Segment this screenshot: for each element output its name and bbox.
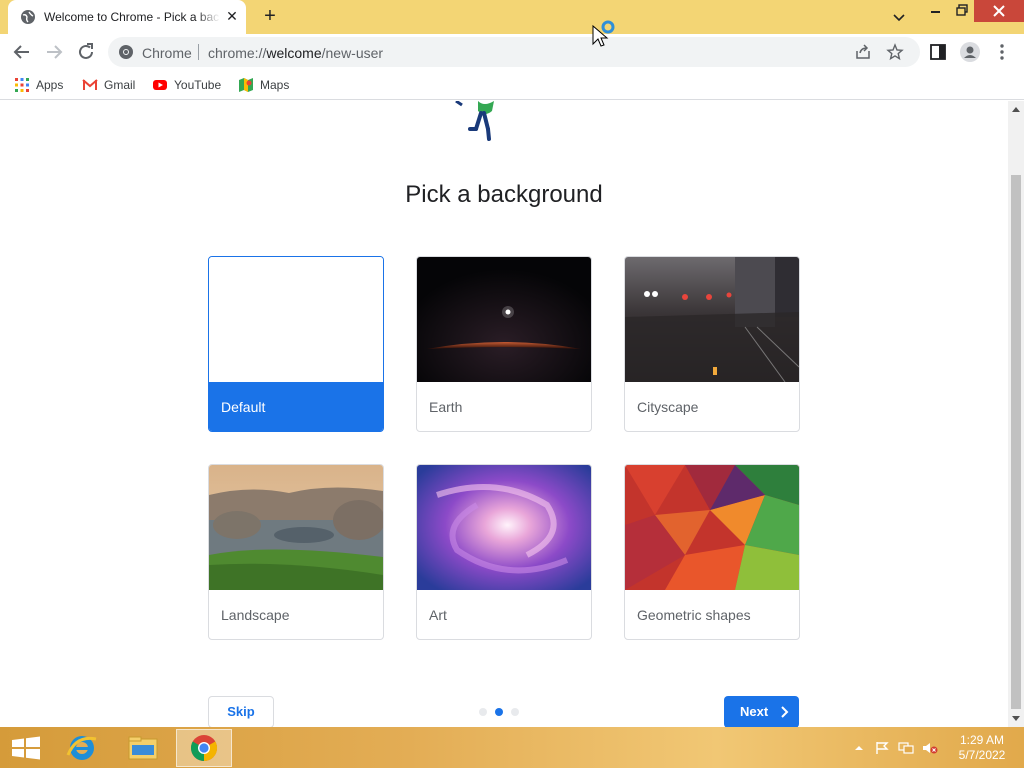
welcome-page: Pick a background Default Earth Cityscap… xyxy=(0,101,1008,727)
gmail-icon xyxy=(82,79,98,90)
next-button[interactable]: Next xyxy=(724,696,799,727)
background-label: Geometric shapes xyxy=(637,607,751,623)
forward-arrow-icon[interactable] xyxy=(42,40,66,64)
file-explorer-icon[interactable] xyxy=(115,729,171,767)
background-card-landscape[interactable]: Landscape xyxy=(208,464,384,640)
scroll-down-arrow-icon[interactable] xyxy=(1012,716,1020,721)
bookmark-label: Apps xyxy=(36,78,64,92)
bookmarks-bar: Apps Gmail YouTube Maps xyxy=(0,70,1024,100)
show-hidden-icons-chevron-icon[interactable] xyxy=(851,741,867,755)
apps-grid-icon xyxy=(15,78,29,92)
url-text[interactable]: chrome://welcome/new-user xyxy=(208,45,383,61)
pager-dot xyxy=(511,708,519,716)
bookmark-label: Maps xyxy=(260,78,290,92)
background-card-earth[interactable]: Earth xyxy=(416,256,592,432)
back-arrow-icon[interactable] xyxy=(10,40,34,64)
windows-taskbar: 1:29 AM 5/7/2022 xyxy=(0,727,1024,768)
background-card-cityscape[interactable]: Cityscape xyxy=(624,256,800,432)
background-label: Landscape xyxy=(221,607,290,623)
restore-window-button[interactable] xyxy=(952,0,972,22)
chrome-site-icon[interactable] xyxy=(118,44,134,60)
clock-time: 1:29 AM xyxy=(959,733,1005,747)
address-bar[interactable]: Chrome chrome://welcome/new-user xyxy=(108,37,920,67)
chevron-right-icon xyxy=(781,706,789,718)
internet-explorer-icon[interactable] xyxy=(54,729,110,767)
omnibox-separator xyxy=(198,44,199,60)
network-icon[interactable] xyxy=(898,741,914,755)
skip-button[interactable]: Skip xyxy=(208,696,274,727)
tab-search-chevron-icon[interactable] xyxy=(888,6,910,28)
more-menu-icon[interactable] xyxy=(990,40,1014,64)
browser-toolbar: Chrome chrome://welcome/new-user xyxy=(0,34,1024,70)
page-heading: Pick a background xyxy=(405,181,603,208)
minimize-window-button[interactable] xyxy=(926,0,946,22)
background-label: Default xyxy=(209,382,383,431)
reload-icon[interactable] xyxy=(74,40,98,64)
cityscape-thumbnail xyxy=(625,257,799,382)
new-tab-button[interactable]: + xyxy=(258,5,282,29)
url-scheme: chrome:// xyxy=(208,45,267,61)
scroll-up-arrow-icon[interactable] xyxy=(1012,107,1020,112)
earth-thumbnail xyxy=(417,257,591,382)
action-center-flag-icon[interactable] xyxy=(874,741,890,755)
title-bar: Welcome to Chrome - Pick a background ✕ … xyxy=(0,0,1024,34)
background-label: Cityscape xyxy=(637,399,699,415)
close-tab-icon[interactable]: ✕ xyxy=(224,8,240,24)
url-host: welcome xyxy=(266,45,322,61)
clock-date: 5/7/2022 xyxy=(958,748,1006,762)
youtube-icon xyxy=(153,80,167,90)
landscape-thumbnail xyxy=(209,465,383,590)
maps-icon xyxy=(239,78,253,92)
profile-avatar-icon[interactable] xyxy=(958,40,982,64)
default-thumbnail xyxy=(209,257,383,382)
omnibox-chip: Chrome xyxy=(142,45,192,61)
side-panel-icon[interactable] xyxy=(926,40,950,64)
windows-start-icon[interactable] xyxy=(0,729,56,767)
waving-person-illustration xyxy=(455,101,494,141)
taskbar-clock[interactable]: 1:29 AM 5/7/2022 xyxy=(950,733,1014,763)
share-icon[interactable] xyxy=(854,43,872,61)
background-card-geometric-shapes[interactable]: Geometric shapes xyxy=(624,464,800,640)
chrome-icon xyxy=(190,735,218,762)
pager-dot-active xyxy=(495,708,503,716)
bookmark-label: Gmail xyxy=(104,78,136,92)
geometric-shapes-thumbnail xyxy=(625,465,799,590)
page-scrollbar[interactable] xyxy=(1008,101,1024,727)
pager-dot xyxy=(479,708,487,716)
bookmark-label: YouTube xyxy=(174,78,222,92)
globe-icon xyxy=(21,10,35,24)
tab-title: Welcome to Chrome - Pick a background xyxy=(44,10,220,24)
background-label: Art xyxy=(429,607,447,623)
background-card-art[interactable]: Art xyxy=(416,464,592,640)
bookmark-star-icon[interactable] xyxy=(886,43,904,61)
volume-muted-icon[interactable] xyxy=(922,741,938,755)
scrollbar-thumb[interactable] xyxy=(1011,175,1021,709)
chrome-taskbar-button[interactable] xyxy=(176,729,232,767)
art-thumbnail xyxy=(417,465,591,590)
url-path: /new-user xyxy=(321,45,384,61)
mouse-cursor-busy-icon xyxy=(592,20,615,47)
active-tab[interactable]: Welcome to Chrome - Pick a background ✕ xyxy=(8,0,246,34)
close-window-button[interactable] xyxy=(974,0,1024,22)
background-card-default[interactable]: Default xyxy=(208,256,384,432)
background-label: Earth xyxy=(429,399,463,415)
next-button-label: Next xyxy=(740,704,769,719)
